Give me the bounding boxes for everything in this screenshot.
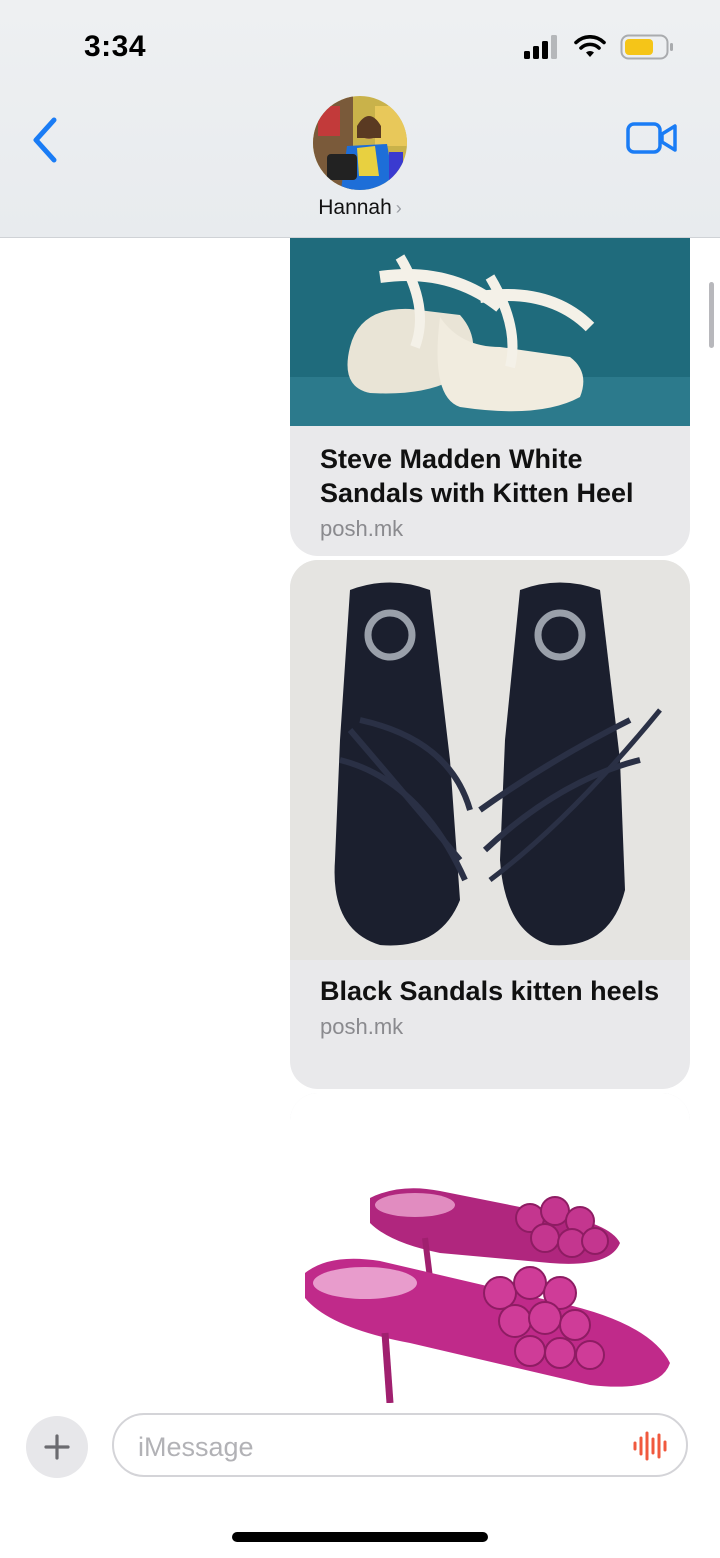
imessage-input[interactable] bbox=[136, 1427, 620, 1467]
link-title: Black Sandals kitten heels bbox=[320, 976, 660, 1006]
status-time: 3:34 bbox=[84, 30, 147, 63]
facetime-video-button[interactable] bbox=[626, 118, 678, 158]
pink-coach-heels-photo bbox=[290, 1093, 690, 1403]
thread-scrollbar[interactable] bbox=[709, 282, 714, 348]
link-domain: posh.mk bbox=[320, 516, 404, 541]
chevron-right-icon: › bbox=[395, 198, 402, 218]
contact-avatar[interactable] bbox=[313, 96, 407, 190]
status-icons bbox=[524, 34, 674, 60]
link-preview-bubble[interactable] bbox=[290, 1093, 690, 1403]
back-button[interactable] bbox=[26, 112, 66, 168]
conversation-header: 3:34 Hannah › bbox=[0, 0, 720, 238]
cellular-signal-icon bbox=[524, 35, 557, 59]
wifi-icon bbox=[574, 35, 606, 57]
apps-plus-button[interactable] bbox=[26, 1416, 88, 1478]
audio-message-button[interactable] bbox=[632, 1431, 668, 1461]
contact-name[interactable]: Hannah › bbox=[0, 196, 720, 220]
link-preview-bubble[interactable]: Steve Madden White Sandals with Kitten H… bbox=[290, 237, 690, 556]
home-indicator[interactable] bbox=[232, 1532, 488, 1542]
imessage-field[interactable] bbox=[112, 1413, 688, 1477]
link-title: Steve Madden White Sandals with Kitten H… bbox=[320, 444, 634, 508]
audio-waveform-icon bbox=[633, 1431, 667, 1461]
video-camera-icon bbox=[626, 122, 677, 154]
link-preview-bubble[interactable]: Black Sandals kitten heels posh.mk bbox=[290, 560, 690, 1089]
black-sandals-photo bbox=[290, 560, 690, 960]
contact-photo bbox=[313, 96, 407, 190]
plus-icon bbox=[44, 1434, 70, 1460]
battery-icon bbox=[620, 34, 673, 60]
white-sandals-photo bbox=[290, 237, 690, 426]
chevron-left-icon bbox=[33, 117, 57, 163]
contact-name-label: Hannah bbox=[318, 196, 392, 219]
link-domain: posh.mk bbox=[320, 1014, 404, 1039]
message-thread[interactable]: Steve Madden White Sandals with Kitten H… bbox=[0, 237, 720, 1403]
